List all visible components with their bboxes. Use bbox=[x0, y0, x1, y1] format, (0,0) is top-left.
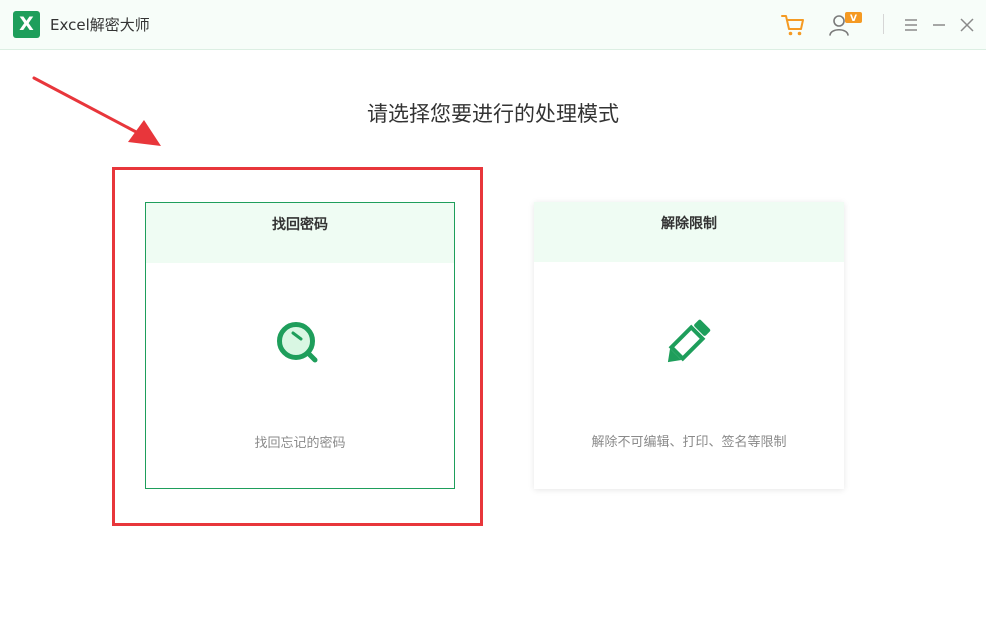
app-window: X Excel解密大师 V 请选择您要进行的处理模式 找回密码 找回忘记的密码 … bbox=[0, 0, 986, 635]
cart-icon[interactable] bbox=[780, 12, 806, 38]
recover-password-card[interactable]: 找回密码 找回忘记的密码 bbox=[145, 202, 455, 489]
pencil-icon bbox=[667, 319, 711, 363]
card-title: 解除限制 bbox=[534, 202, 844, 262]
title-bar: X Excel解密大师 V bbox=[0, 0, 986, 50]
search-icon bbox=[277, 322, 318, 363]
close-icon[interactable] bbox=[956, 14, 978, 36]
excel-logo-icon: X bbox=[13, 11, 40, 38]
app-title: Excel解密大师 bbox=[50, 16, 150, 34]
menu-icon[interactable] bbox=[900, 14, 922, 36]
card-description: 解除不可编辑、打印、签名等限制 bbox=[591, 435, 787, 450]
titlebar-divider bbox=[883, 14, 884, 34]
user-vip-icon[interactable]: V bbox=[828, 12, 866, 38]
vip-badge: V bbox=[850, 14, 857, 24]
remove-restrictions-card[interactable]: 解除限制 解除不可编辑、打印、签名等限制 bbox=[534, 202, 844, 489]
card-description: 找回忘记的密码 bbox=[254, 436, 346, 451]
mode-prompt-heading: 请选择您要进行的处理模式 bbox=[367, 102, 619, 126]
minimize-icon[interactable] bbox=[928, 14, 950, 36]
card-title: 找回密码 bbox=[146, 203, 454, 263]
